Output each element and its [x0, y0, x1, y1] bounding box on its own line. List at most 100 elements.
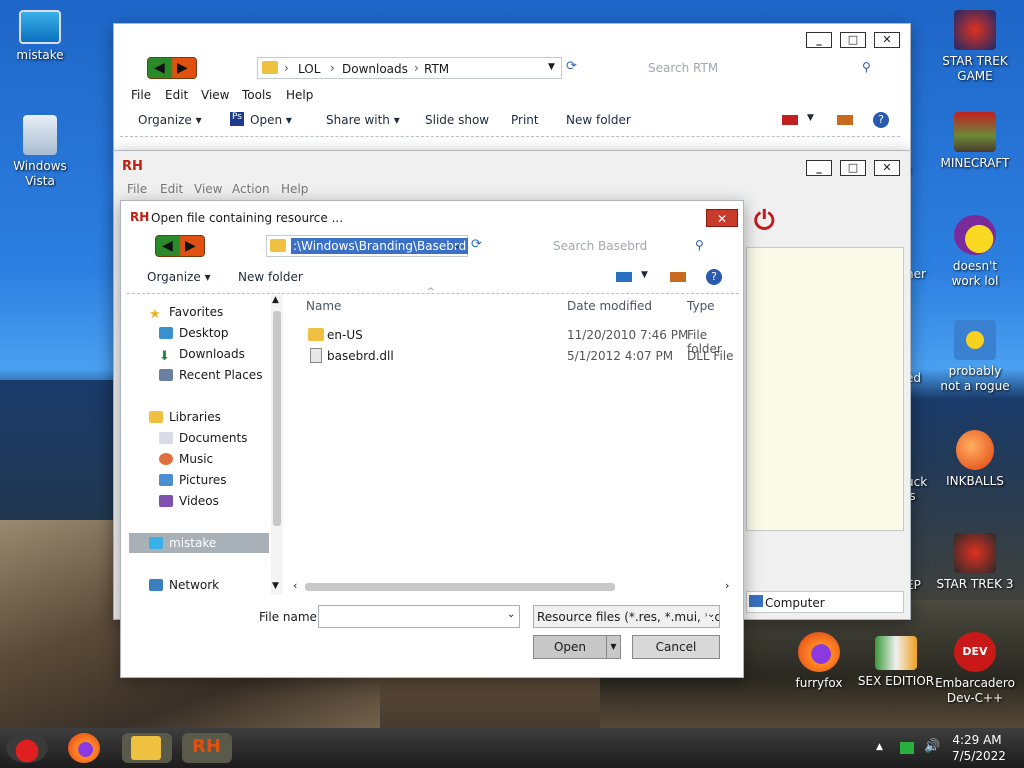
desktop-icon-inkballs[interactable]: INKBALLS [935, 430, 1015, 489]
close-button[interactable]: ✕ [706, 209, 738, 227]
column-header-name[interactable]: Name [306, 299, 341, 313]
menu-file[interactable]: File [127, 182, 147, 196]
forward-arrow-icon[interactable]: ▶ [177, 60, 188, 76]
nav-favorites[interactable]: ★ Favorites [149, 305, 223, 322]
explorer-window[interactable]: _ □ ✕ ◀ ▶ › LOL › Downloads › RTM ▼ ⟳ Se… [113, 23, 911, 153]
desktop-icon-star-trek-3[interactable]: STAR TREK 3 [935, 533, 1015, 592]
nav-computer[interactable]: mistake [149, 536, 216, 550]
menu-view[interactable]: View [194, 182, 222, 196]
chevron-down-icon[interactable]: ▼ [548, 62, 555, 72]
open-button[interactable]: Open ▼ [533, 635, 621, 659]
volume-icon[interactable]: 🔊 [924, 739, 940, 754]
breadcrumb-item[interactable]: RTM [424, 62, 449, 76]
new-folder-button[interactable]: New folder [566, 113, 631, 127]
back-arrow-icon[interactable]: ◀ [162, 238, 173, 254]
menu-edit[interactable]: Edit [165, 88, 188, 102]
back-arrow-icon[interactable]: ◀ [154, 60, 165, 76]
scroll-up-icon[interactable]: ▲ [272, 295, 279, 305]
nav-scrollbar-thumb[interactable] [273, 311, 281, 526]
show-hidden-icons-icon[interactable]: ▲ [876, 742, 883, 752]
nav-desktop[interactable]: Desktop [159, 326, 229, 340]
menu-help[interactable]: Help [286, 88, 313, 102]
firefox-taskbar-icon[interactable] [68, 733, 100, 763]
nav-recent-places[interactable]: Recent Places [159, 368, 262, 382]
open-file-dialog[interactable]: RH Open file containing resource ... ✕ ◀… [120, 200, 744, 678]
search-input[interactable]: Search RTM [648, 61, 718, 83]
power-icon[interactable]: ⏻ [754, 206, 792, 240]
search-icon[interactable]: ⚲ [695, 238, 704, 252]
nav-downloads[interactable]: ⬇ Downloads [159, 347, 245, 364]
file-name-input[interactable]: ⌄ [318, 605, 520, 628]
open-dropdown-icon[interactable]: ▼ [606, 636, 620, 658]
clock-time[interactable]: 4:29 AM [952, 733, 1002, 747]
preview-pane-icon[interactable] [837, 115, 853, 125]
explorer-taskbar-button[interactable] [122, 733, 172, 763]
view-options-icon[interactable] [616, 272, 632, 282]
search-input[interactable]: Search Basebrd [553, 239, 647, 261]
chevron-down-icon[interactable]: ▼ [641, 270, 648, 280]
scroll-right-icon[interactable]: › [725, 579, 729, 592]
chevron-down-icon[interactable]: ⌄ [453, 240, 461, 251]
menu-tools[interactable]: Tools [242, 88, 272, 102]
nav-documents[interactable]: Documents [159, 431, 247, 445]
nav-videos[interactable]: Videos [159, 494, 219, 508]
forward-arrow-icon[interactable]: ▶ [185, 238, 196, 254]
search-icon[interactable]: ⚲ [862, 60, 871, 74]
desktop-icon-star-trek-game[interactable]: STAR TREK GAME [935, 10, 1015, 84]
scroll-left-icon[interactable]: ‹ [293, 579, 297, 592]
address-text[interactable]: :\Windows\Branding\Basebrd [291, 238, 469, 254]
help-icon[interactable]: ? [873, 112, 889, 128]
network-status-icon[interactable] [900, 742, 914, 754]
rh-editor-pane[interactable] [746, 247, 904, 531]
nav-scrollbar[interactable]: ▲ ▼ [271, 295, 283, 595]
refresh-icon[interactable]: ⟳ [471, 237, 491, 255]
view-options-icon[interactable] [782, 115, 798, 125]
maximize-button[interactable]: □ [840, 32, 866, 48]
chevron-down-icon[interactable]: ▼ [807, 113, 814, 123]
share-with-button[interactable]: Share with ▾ [326, 113, 400, 127]
back-forward-buttons[interactable]: ◀ ▶ [155, 235, 205, 257]
menu-help[interactable]: Help [281, 182, 308, 196]
file-list-hscrollbar[interactable]: ‹ › [289, 579, 739, 593]
menu-view[interactable]: View [201, 88, 229, 102]
chevron-down-icon[interactable]: ⌄ [507, 609, 515, 620]
minimize-button[interactable]: _ [806, 32, 832, 48]
desktop-icon-mistake[interactable]: mistake [0, 10, 80, 63]
file-type-select[interactable]: Resource files (*.res, *.mui, *.dll ⌄ [533, 605, 720, 628]
desktop-icon-minecraft[interactable]: MINECRAFT [935, 112, 1015, 171]
start-button[interactable] [6, 733, 48, 763]
preview-pane-icon[interactable] [670, 272, 686, 282]
breadcrumb-item[interactable]: LOL [298, 62, 320, 76]
desktop-icon-windows-vista[interactable]: Windows Vista [0, 115, 80, 189]
desktop-icon-probably-not-a-rogue[interactable]: probably not a rogue [935, 320, 1015, 394]
address-bar[interactable]: :\Windows\Branding\Basebrd ⌄ [266, 235, 469, 257]
open-button[interactable]: Open ▾ [250, 113, 292, 127]
nav-libraries[interactable]: Libraries [149, 410, 221, 424]
menu-edit[interactable]: Edit [160, 182, 183, 196]
desktop-icon-dev-cpp[interactable]: DEV Embarcadero Dev-C++ [935, 632, 1015, 706]
close-button[interactable]: ✕ [874, 160, 900, 176]
back-forward-buttons[interactable]: ◀ ▶ [147, 57, 197, 79]
close-button[interactable]: ✕ [874, 32, 900, 48]
desktop-icon-furryfox[interactable]: furryfox [779, 632, 859, 691]
nav-network[interactable]: Network [149, 578, 219, 592]
cancel-button[interactable]: Cancel [632, 635, 720, 659]
nav-music[interactable]: Music [159, 452, 213, 466]
desktop-icon-sex-editior[interactable]: SEX EDITIOR [856, 636, 936, 689]
maximize-button[interactable]: □ [840, 160, 866, 176]
scroll-down-icon[interactable]: ▼ [272, 581, 279, 591]
chevron-down-icon[interactable]: ⌄ [707, 609, 716, 620]
breadcrumb-item[interactable]: Downloads [342, 62, 408, 76]
column-header-type[interactable]: Type [687, 299, 715, 313]
rh-taskbar-button[interactable]: RH [182, 733, 232, 763]
organize-button[interactable]: Organize ▾ [147, 270, 211, 284]
slide-show-button[interactable]: Slide show [425, 113, 489, 127]
refresh-icon[interactable]: ⟳ [566, 59, 586, 77]
print-button[interactable]: Print [511, 113, 539, 127]
address-bar[interactable]: › LOL › Downloads › RTM ▼ [257, 57, 562, 79]
minimize-button[interactable]: _ [806, 160, 832, 176]
menu-action[interactable]: Action [232, 182, 270, 196]
organize-button[interactable]: Organize ▾ [138, 113, 202, 127]
column-header-date[interactable]: Date modified [567, 299, 652, 313]
new-folder-button[interactable]: New folder [238, 270, 303, 284]
